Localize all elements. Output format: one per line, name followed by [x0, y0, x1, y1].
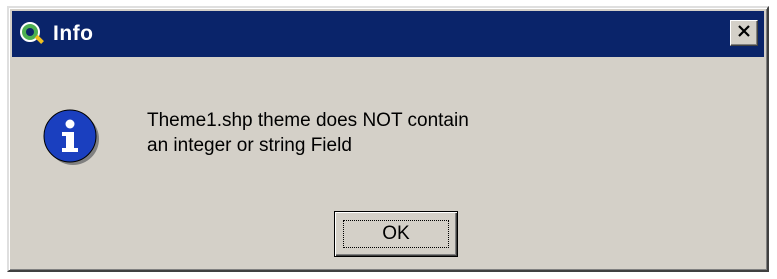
message-text: Theme1.shp theme does NOT contain an int…: [147, 108, 469, 158]
message-line: an integer or string Field: [147, 135, 352, 156]
info-dialog: Info Theme1.shp theme does NOT contain a…: [7, 6, 769, 272]
title-bar[interactable]: Info: [12, 11, 764, 57]
dialog-title: Info: [53, 22, 94, 45]
close-button[interactable]: [730, 20, 758, 46]
info-icon: [42, 108, 100, 166]
ok-button[interactable]: OK: [334, 211, 458, 257]
qgis-icon: [17, 19, 47, 49]
ok-button-label: OK: [382, 223, 410, 244]
close-icon: [737, 24, 751, 42]
message-line: Theme1.shp theme does NOT contain: [147, 110, 469, 131]
